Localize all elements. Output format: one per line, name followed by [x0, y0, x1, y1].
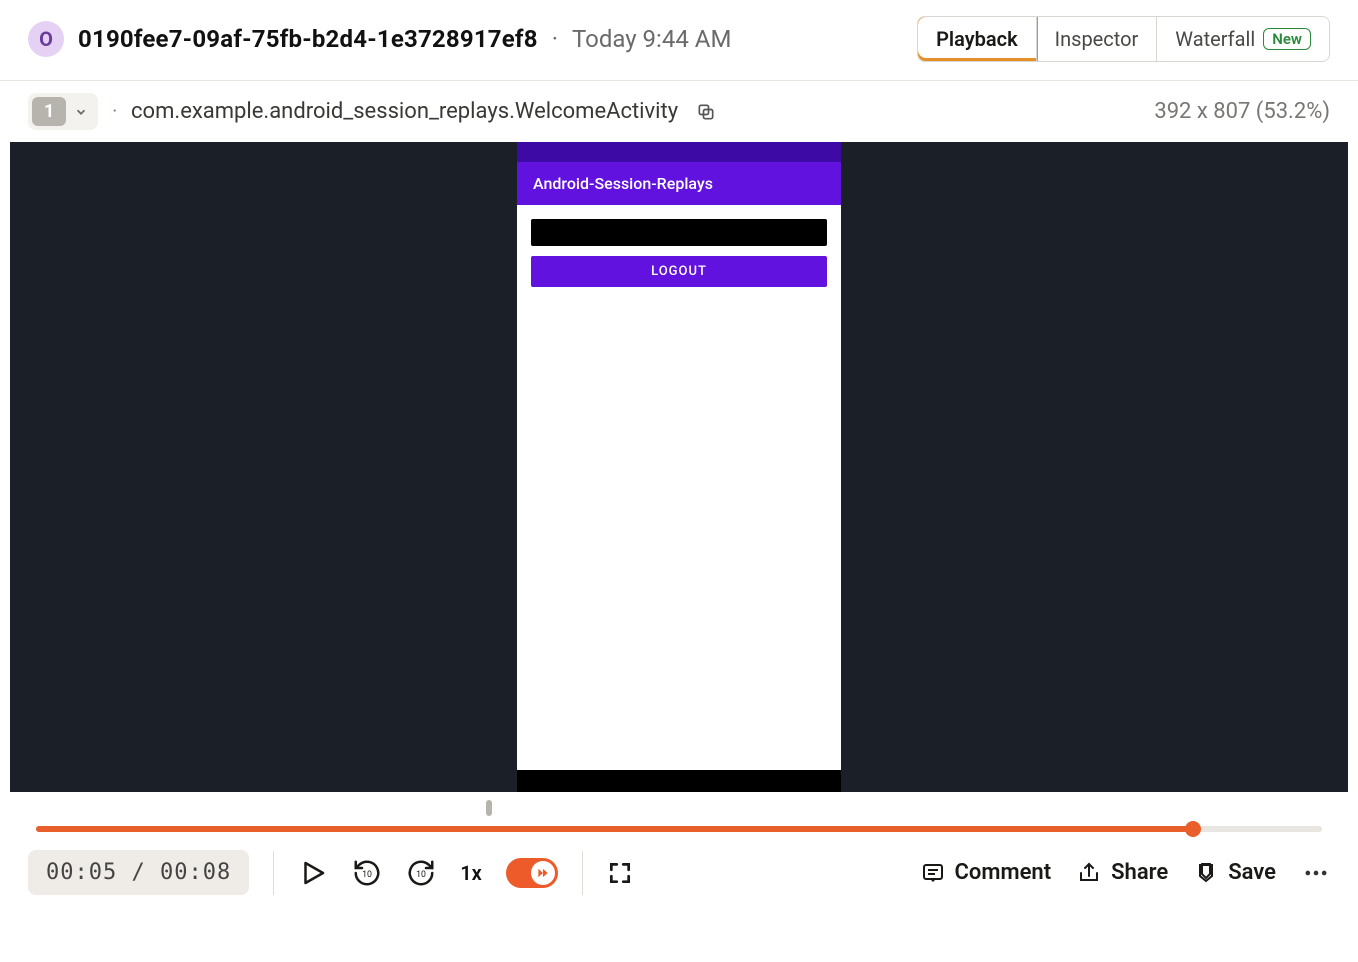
frame-selector[interactable]: 1 — [28, 93, 98, 130]
subheader-bar: 1 · com.example.android_session_replays.… — [0, 81, 1358, 142]
timeline-track[interactable] — [36, 826, 1322, 832]
timeline — [0, 792, 1358, 832]
timeline-markers — [36, 800, 1322, 822]
tab-inspector[interactable]: Inspector — [1037, 17, 1158, 61]
header-right: Playback Inspector Waterfall New — [917, 16, 1330, 62]
fast-forward-toggle[interactable] — [506, 858, 558, 888]
separator-dot: · — [552, 25, 558, 53]
new-badge: New — [1263, 28, 1311, 50]
more-menu-button[interactable] — [1302, 859, 1330, 887]
fullscreen-button[interactable] — [607, 860, 633, 886]
copy-icon[interactable] — [692, 98, 720, 126]
time-display: 00:05 / 00:08 — [28, 850, 249, 895]
comment-label: Comment — [955, 860, 1052, 885]
current-time: 00:05 — [46, 860, 117, 885]
save-button[interactable]: Save — [1194, 860, 1276, 885]
viewport-info: 392 x 807 (53.2%) — [1154, 99, 1330, 124]
tab-playback[interactable]: Playback — [918, 17, 1037, 61]
header-left: O 0190fee7-09af-75fb-b2d4-1e3728917ef8 ·… — [28, 21, 731, 57]
replay-viewport: Android-Session-Replays LOGOUT — [10, 142, 1348, 792]
divider — [273, 851, 274, 895]
avatar[interactable]: O — [28, 21, 64, 57]
activity-name: com.example.android_session_replays.Welc… — [131, 99, 678, 124]
session-timestamp: Today 9:44 AM — [572, 25, 731, 53]
divider — [582, 851, 583, 895]
share-label: Share — [1111, 860, 1168, 885]
breadcrumb-separator: · — [112, 101, 117, 122]
rewind-10-button[interactable]: 10 — [352, 858, 382, 888]
subheader-left: 1 · com.example.android_session_replays.… — [28, 93, 720, 130]
timeline-playhead[interactable] — [1185, 821, 1201, 837]
chevron-down-icon — [70, 105, 98, 119]
device-status-bar — [517, 142, 841, 162]
share-button[interactable]: Share — [1077, 860, 1168, 885]
device-body: LOGOUT — [517, 205, 841, 770]
device-nav-bar — [517, 770, 841, 792]
tab-waterfall[interactable]: Waterfall New — [1157, 17, 1329, 61]
comment-button[interactable]: Comment — [921, 860, 1052, 885]
controls-bar: 00:05 / 00:08 10 10 1x — [0, 832, 1358, 895]
timeline-marker-icon[interactable] — [486, 800, 492, 816]
controls-right: Comment Share Save — [921, 859, 1330, 887]
header-bar: O 0190fee7-09af-75fb-b2d4-1e3728917ef8 ·… — [0, 0, 1358, 81]
controls-left: 00:05 / 00:08 10 10 1x — [28, 850, 633, 895]
device-logout-button[interactable]: LOGOUT — [531, 256, 827, 287]
play-button[interactable] — [298, 858, 328, 888]
time-separator: / — [131, 860, 160, 885]
device-window: Android-Session-Replays LOGOUT — [517, 142, 841, 792]
save-label: Save — [1228, 860, 1276, 885]
device-app-bar: Android-Session-Replays — [517, 162, 841, 205]
frame-count: 1 — [32, 97, 66, 126]
tab-waterfall-label: Waterfall — [1175, 27, 1255, 51]
playback-speed[interactable]: 1x — [460, 861, 482, 885]
forward-10-button[interactable]: 10 — [406, 858, 436, 888]
total-time: 00:08 — [160, 860, 231, 885]
session-id: 0190fee7-09af-75fb-b2d4-1e3728917ef8 — [78, 25, 538, 53]
svg-text:10: 10 — [416, 869, 426, 879]
svg-text:10: 10 — [362, 869, 372, 879]
view-tabs: Playback Inspector Waterfall New — [917, 16, 1330, 62]
fast-forward-icon — [531, 861, 555, 885]
timeline-played — [36, 826, 1193, 832]
device-redacted-text — [531, 219, 827, 246]
